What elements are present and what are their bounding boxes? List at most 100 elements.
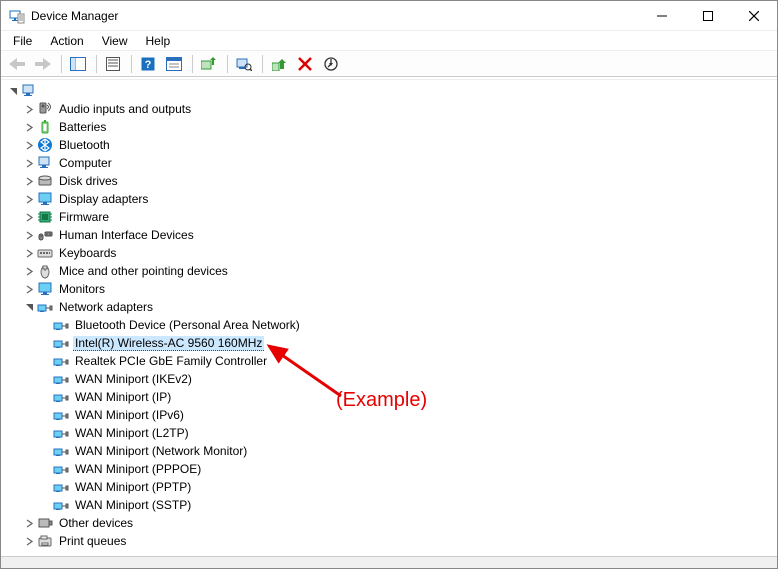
tree-category[interactable]: Audio inputs and outputs	[1, 100, 777, 118]
category-label: Mice and other pointing devices	[57, 264, 230, 278]
category-label: Print queues	[57, 534, 128, 548]
tree-device[interactable]: WAN Miniport (PPPOE)	[1, 460, 777, 478]
category-icon	[37, 263, 53, 279]
chevron-right-icon[interactable]	[21, 281, 37, 297]
toolbar-separator	[96, 55, 97, 73]
minimize-button[interactable]	[639, 1, 685, 31]
category-icon	[37, 173, 53, 189]
tree-category[interactable]: Print queues	[1, 532, 777, 550]
menu-bar: File Action View Help	[1, 31, 777, 51]
chevron-right-icon[interactable]	[21, 245, 37, 261]
menu-file[interactable]: File	[5, 32, 40, 50]
network-adapter-icon	[53, 425, 69, 441]
category-icon	[37, 245, 53, 261]
network-adapter-icon	[53, 371, 69, 387]
network-adapter-icon	[53, 443, 69, 459]
tree-device[interactable]: WAN Miniport (IPv6)	[1, 406, 777, 424]
back-button[interactable]	[5, 53, 29, 75]
chevron-right-icon[interactable]	[21, 515, 37, 531]
chevron-right-icon[interactable]	[21, 227, 37, 243]
close-button[interactable]	[731, 1, 777, 31]
device-label: WAN Miniport (IP)	[73, 390, 173, 404]
chevron-right-icon[interactable]	[21, 533, 37, 549]
tree-device[interactable]: WAN Miniport (SSTP)	[1, 496, 777, 514]
category-icon	[37, 281, 53, 297]
chevron-right-icon[interactable]	[21, 263, 37, 279]
category-icon	[37, 119, 53, 135]
category-icon	[37, 191, 53, 207]
tree-device[interactable]: WAN Miniport (PPTP)	[1, 478, 777, 496]
scan-hardware-button[interactable]	[232, 53, 256, 75]
tree-device[interactable]: Bluetooth Device (Personal Area Network)	[1, 316, 777, 334]
update-driver-button[interactable]	[197, 53, 221, 75]
category-label: Bluetooth	[57, 138, 112, 152]
network-adapter-icon	[53, 335, 69, 351]
device-label: Realtek PCIe GbE Family Controller	[73, 354, 269, 368]
chevron-down-icon[interactable]	[21, 299, 37, 315]
window-title: Device Manager	[31, 9, 118, 23]
device-label: WAN Miniport (IKEv2)	[73, 372, 194, 386]
properties-button[interactable]	[101, 53, 125, 75]
tree-device[interactable]: WAN Miniport (IKEv2)	[1, 370, 777, 388]
category-icon	[37, 227, 53, 243]
show-hide-console-button[interactable]	[66, 53, 90, 75]
toolbar-separator	[61, 55, 62, 73]
tree-root[interactable]	[1, 82, 777, 100]
category-icon	[37, 101, 53, 117]
chevron-right-icon[interactable]	[21, 209, 37, 225]
tree-category[interactable]: Firmware	[1, 208, 777, 226]
device-label: WAN Miniport (IPv6)	[73, 408, 186, 422]
tree-device[interactable]: Intel(R) Wireless-AC 9560 160MHz	[1, 334, 777, 352]
chevron-right-icon[interactable]	[21, 155, 37, 171]
tree-category[interactable]: Keyboards	[1, 244, 777, 262]
device-label: Bluetooth Device (Personal Area Network)	[73, 318, 302, 332]
tree-category[interactable]: Network adapters	[1, 298, 777, 316]
tree-category[interactable]: Bluetooth	[1, 136, 777, 154]
category-label: Display adapters	[57, 192, 150, 206]
menu-help[interactable]: Help	[138, 32, 179, 50]
category-icon	[37, 299, 53, 315]
network-adapter-icon	[53, 497, 69, 513]
toolbar: ?	[1, 51, 777, 77]
maximize-button[interactable]	[685, 1, 731, 31]
device-label: WAN Miniport (L2TP)	[73, 426, 191, 440]
device-label: WAN Miniport (PPTP)	[73, 480, 193, 494]
svg-text:?: ?	[145, 59, 152, 71]
tree-category[interactable]: Other devices	[1, 514, 777, 532]
device-list-button[interactable]	[162, 53, 186, 75]
enable-device-button[interactable]	[267, 53, 291, 75]
chevron-right-icon[interactable]	[21, 191, 37, 207]
tree-device[interactable]: WAN Miniport (L2TP)	[1, 424, 777, 442]
uninstall-device-button[interactable]	[293, 53, 317, 75]
chevron-down-icon[interactable]	[5, 83, 21, 99]
tree-category[interactable]: Human Interface Devices	[1, 226, 777, 244]
category-label: Firmware	[57, 210, 111, 224]
menu-action[interactable]: Action	[42, 32, 91, 50]
tree-category[interactable]: Display adapters	[1, 190, 777, 208]
forward-button[interactable]	[31, 53, 55, 75]
device-label: WAN Miniport (Network Monitor)	[73, 444, 249, 458]
device-tree[interactable]: Audio inputs and outputsBatteries Bluetoo…	[1, 79, 777, 556]
network-adapter-icon	[53, 479, 69, 495]
tree-category[interactable]: Disk drives	[1, 172, 777, 190]
chevron-right-icon[interactable]	[21, 173, 37, 189]
device-manager-icon	[9, 8, 25, 24]
toolbar-separator	[262, 55, 263, 73]
chevron-right-icon[interactable]	[21, 137, 37, 153]
help-button[interactable]: ?	[136, 53, 160, 75]
chevron-right-icon[interactable]	[21, 101, 37, 117]
tree-device[interactable]: WAN Miniport (IP)	[1, 388, 777, 406]
category-icon	[37, 155, 53, 171]
title-bar: Device Manager	[1, 1, 777, 31]
tree-device[interactable]: Realtek PCIe GbE Family Controller	[1, 352, 777, 370]
tree-category[interactable]: Monitors	[1, 280, 777, 298]
tree-category[interactable]: Mice and other pointing devices	[1, 262, 777, 280]
computer-icon	[21, 83, 37, 99]
device-label: WAN Miniport (SSTP)	[73, 498, 193, 512]
tree-device[interactable]: WAN Miniport (Network Monitor)	[1, 442, 777, 460]
disable-device-button[interactable]	[319, 53, 343, 75]
tree-category[interactable]: Batteries	[1, 118, 777, 136]
tree-category[interactable]: Computer	[1, 154, 777, 172]
menu-view[interactable]: View	[94, 32, 136, 50]
chevron-right-icon[interactable]	[21, 119, 37, 135]
